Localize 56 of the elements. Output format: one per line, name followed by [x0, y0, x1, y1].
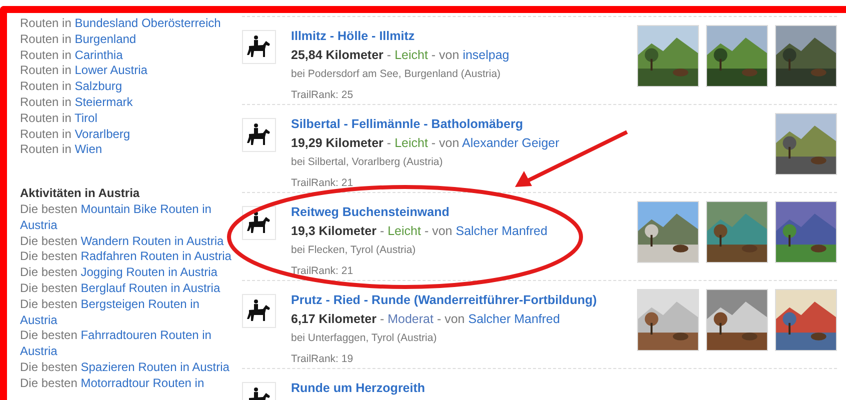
- separator-dash: -: [380, 224, 384, 238]
- author-link[interactable]: Salcher Manfred: [456, 224, 548, 238]
- route-category-link[interactable]: Routen in Tirol: [20, 110, 236, 127]
- route-title-link[interactable]: Silbertal - Fellimännle - Batholomäberg: [291, 115, 637, 134]
- horse-rider-icon: [246, 211, 272, 235]
- by-label: - von: [431, 136, 460, 150]
- route-category-link[interactable]: Routen in Salzburg: [20, 79, 236, 95]
- route-title-link[interactable]: Reitweg Buchensteinwand: [291, 203, 637, 222]
- route-category-link[interactable]: Die besten Mountain Bike Routen in Austria: [20, 202, 236, 234]
- difficulty-label: Leicht: [388, 224, 421, 238]
- route-category-link[interactable]: Routen in Bundesland Oberösterreich: [20, 16, 236, 32]
- route-distance: 6,17 Kilometer: [291, 312, 376, 326]
- trail-rank: TrailRank: 19: [291, 352, 354, 367]
- route-location: bei Flecken, Tyrol (Austria): [291, 243, 417, 258]
- separator-dash: -: [386, 136, 392, 150]
- route-category-link[interactable]: Die besten Berglauf Routen in Austria: [20, 280, 236, 297]
- horse-rider-icon: [246, 35, 272, 59]
- horse-rider-icon: [246, 299, 272, 323]
- route-title-link[interactable]: Illmitz - Hölle - Illmitz: [291, 27, 637, 46]
- by-label: - von: [436, 312, 465, 326]
- section-heading: Aktivitäten in Austria: [20, 186, 141, 202]
- separator-dash: -: [380, 312, 384, 326]
- by-label: - von: [424, 224, 452, 238]
- route-category-link[interactable]: Die besten Fahrradtouren Routen in Austria: [20, 328, 236, 360]
- author-link[interactable]: Salcher Manfred: [468, 312, 560, 326]
- route-distance: 25,84 Kilometer: [291, 48, 384, 62]
- route-location: bei Podersdorf am See, Burgenland (Austria): [291, 67, 502, 82]
- trail-rank: TrailRank: 25: [291, 88, 354, 103]
- route-category-link[interactable]: Die besten Wandern Routen in Austria: [20, 234, 236, 250]
- horse-rider-icon: [246, 123, 272, 147]
- route-distance: 19,3 Kilometer: [291, 224, 376, 238]
- route-category-link[interactable]: Die besten Jogging Routen in Austria: [20, 265, 236, 281]
- route-location: bei Unterfaggen, Tyrol (Austria): [291, 331, 438, 346]
- route-category-link[interactable]: Routen in Steiermark: [20, 94, 236, 111]
- route-category-link[interactable]: Routen in Wien: [20, 142, 236, 158]
- route-category-link[interactable]: Routen in Carinthia: [20, 48, 236, 64]
- author-link[interactable]: Alexander Geiger: [462, 136, 560, 150]
- trail-rank: TrailRank: 21: [291, 176, 354, 191]
- route-location: bei Silbertal, Vorarlberg (Austria): [291, 155, 444, 170]
- route-category-link[interactable]: Routen in Lower Austria: [20, 63, 236, 80]
- route-title-link[interactable]: Runde um Herzogreith: [291, 379, 637, 398]
- difficulty-label: Leicht: [394, 48, 428, 62]
- difficulty-label: Leicht: [394, 136, 428, 150]
- route-category-link[interactable]: Die besten Spazieren Routen in Austria: [20, 360, 236, 376]
- by-label: - von: [431, 48, 460, 62]
- route-category-link[interactable]: Die besten Radfahren Routen in Austria: [20, 249, 236, 266]
- route-category-link[interactable]: Routen in Vorarlberg: [20, 126, 236, 142]
- route-category-link[interactable]: Die besten Bergsteigen Routen in Austria: [20, 296, 236, 328]
- trail-rank: TrailRank: 21: [291, 264, 354, 279]
- route-distance: 19,29 Kilometer: [291, 136, 384, 150]
- separator-dash: -: [386, 48, 392, 62]
- route-category-link[interactable]: Die besten Motorradtour Routen in: [20, 376, 236, 392]
- route-title-link[interactable]: Prutz - Ried - Runde (Wanderreitführer-Fortbildung): [291, 291, 637, 310]
- difficulty-label: Moderat: [388, 312, 434, 326]
- author-link[interactable]: inselpag: [462, 48, 510, 62]
- route-category-link[interactable]: Routen in Burgenland: [20, 32, 236, 48]
